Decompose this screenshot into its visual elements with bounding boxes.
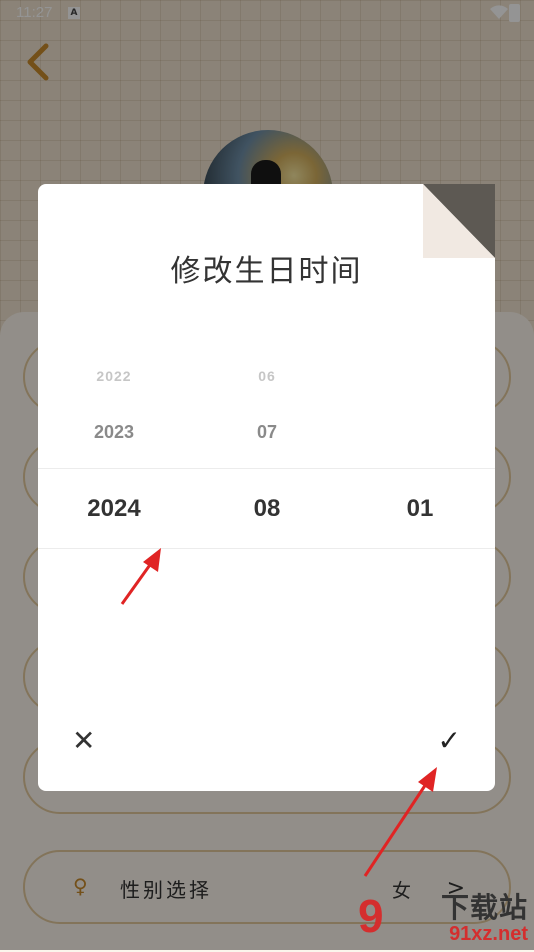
watermark-text: 下载站 [440,891,528,924]
annotation-arrow-year [120,548,161,605]
watermark-url: 91xz.net [449,923,528,945]
watermark: 9 下载站 91xz.net [358,886,528,946]
annotation-arrow-confirm [363,767,437,877]
annotation-arrows [120,548,437,877]
watermark-logo: 9 [358,890,384,942]
